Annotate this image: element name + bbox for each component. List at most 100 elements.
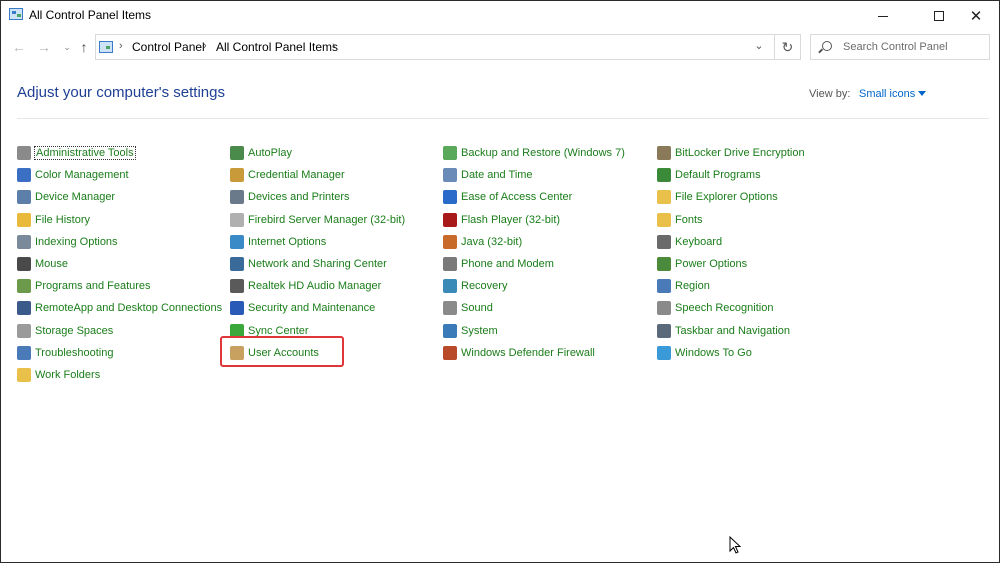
control-panel-item[interactable]: Sound — [443, 299, 493, 317]
control-panel-item[interactable]: Windows To Go — [657, 344, 752, 362]
control-panel-item[interactable]: Ease of Access Center — [443, 188, 572, 206]
control-panel-item[interactable]: Recovery — [443, 277, 507, 295]
control-panel-item-label[interactable]: Administrative Tools — [34, 146, 136, 160]
control-panel-item-label[interactable]: Firebird Server Manager (32-bit) — [248, 214, 405, 226]
minimize-button[interactable] — [860, 1, 906, 31]
address-dropdown-icon[interactable]: ⌄ — [751, 37, 767, 53]
control-panel-item-label[interactable]: Keyboard — [675, 236, 722, 248]
close-button[interactable]: ✕ — [953, 1, 999, 31]
control-panel-item-label[interactable]: System — [461, 325, 498, 337]
control-panel-item-label[interactable]: Indexing Options — [35, 236, 118, 248]
control-panel-item-label[interactable]: Phone and Modem — [461, 258, 554, 270]
control-panel-item-label[interactable]: Windows Defender Firewall — [461, 347, 595, 359]
control-panel-item[interactable]: Network and Sharing Center — [230, 255, 387, 273]
refresh-button[interactable]: ↻ — [775, 34, 801, 60]
control-panel-item-label[interactable]: File Explorer Options — [675, 191, 778, 203]
control-panel-item-label[interactable]: Date and Time — [461, 169, 533, 181]
control-panel-item-label[interactable]: Color Management — [35, 169, 129, 181]
recent-locations-icon[interactable]: ⌄ — [58, 38, 76, 56]
address-bar[interactable]: › Control Panel › All Control Panel Item… — [95, 34, 775, 60]
control-panel-item-label[interactable]: Credential Manager — [248, 169, 345, 181]
control-panel-item-label[interactable]: Work Folders — [35, 369, 100, 381]
control-panel-item-label[interactable]: Fonts — [675, 214, 703, 226]
control-panel-item[interactable]: RemoteApp and Desktop Connections — [17, 299, 222, 317]
search-box[interactable] — [810, 34, 990, 60]
control-panel-item[interactable]: Date and Time — [443, 166, 533, 184]
control-panel-item[interactable]: Storage Spaces — [17, 322, 113, 340]
keyboard-icon — [657, 235, 671, 249]
control-panel-item[interactable]: Realtek HD Audio Manager — [230, 277, 381, 295]
control-panel-item[interactable]: Flash Player (32-bit) — [443, 211, 560, 229]
control-panel-item-label[interactable]: Speech Recognition — [675, 302, 773, 314]
control-panel-item[interactable]: Color Management — [17, 166, 129, 184]
breadcrumb-separator-icon[interactable]: › — [332, 40, 336, 52]
control-panel-item[interactable]: Default Programs — [657, 166, 761, 184]
header-divider — [17, 118, 989, 119]
view-by-dropdown[interactable]: Small icons — [859, 88, 915, 100]
control-panel-item-label[interactable]: Power Options — [675, 258, 747, 270]
control-panel-item-label[interactable]: Internet Options — [248, 236, 326, 248]
control-panel-item[interactable]: Security and Maintenance — [230, 299, 375, 317]
control-panel-item-label[interactable]: BitLocker Drive Encryption — [675, 147, 805, 159]
breadcrumb-all-items[interactable]: All Control Panel Items — [216, 40, 338, 54]
control-panel-item[interactable]: File Explorer Options — [657, 188, 778, 206]
control-panel-item-label[interactable]: RemoteApp and Desktop Connections — [35, 302, 222, 314]
control-panel-item[interactable]: Mouse — [17, 255, 68, 273]
control-panel-item-label[interactable]: Network and Sharing Center — [248, 258, 387, 270]
breadcrumb-separator-icon[interactable]: › — [119, 40, 123, 52]
control-panel-item-label[interactable]: File History — [35, 214, 90, 226]
breadcrumb-control-panel[interactable]: Control Panel — [132, 40, 205, 54]
control-panel-item[interactable]: Phone and Modem — [443, 255, 554, 273]
control-panel-item-label[interactable]: Backup and Restore (Windows 7) — [461, 147, 625, 159]
control-panel-item-label[interactable]: Device Manager — [35, 191, 115, 203]
control-panel-item[interactable]: Region — [657, 277, 710, 295]
control-panel-item[interactable]: Devices and Printers — [230, 188, 350, 206]
control-panel-item[interactable]: AutoPlay — [230, 144, 292, 162]
control-panel-item[interactable]: System — [443, 322, 498, 340]
control-panel-item[interactable]: Windows Defender Firewall — [443, 344, 595, 362]
control-panel-item-label[interactable]: Mouse — [35, 258, 68, 270]
control-panel-item-label[interactable]: Default Programs — [675, 169, 761, 181]
breadcrumb-separator-icon[interactable]: › — [203, 40, 207, 52]
control-panel-item[interactable]: Device Manager — [17, 188, 115, 206]
control-panel-item[interactable]: Firebird Server Manager (32-bit) — [230, 211, 405, 229]
control-panel-item-label[interactable]: Programs and Features — [35, 280, 151, 292]
control-panel-item-label[interactable]: Recovery — [461, 280, 507, 292]
control-panel-item-label[interactable]: Taskbar and Navigation — [675, 325, 790, 337]
control-panel-item[interactable]: Backup and Restore (Windows 7) — [443, 144, 625, 162]
control-panel-item[interactable]: Java (32-bit) — [443, 233, 522, 251]
control-panel-item[interactable]: Credential Manager — [230, 166, 345, 184]
control-panel-item[interactable]: Work Folders — [17, 366, 100, 384]
control-panel-item-label[interactable]: Windows To Go — [675, 347, 752, 359]
control-panel-item[interactable]: Power Options — [657, 255, 747, 273]
search-input[interactable] — [843, 38, 983, 56]
control-panel-item[interactable]: Administrative Tools — [17, 144, 136, 162]
control-panel-item[interactable]: File History — [17, 211, 90, 229]
control-panel-item-label[interactable]: Security and Maintenance — [248, 302, 375, 314]
control-panel-item-label[interactable]: Realtek HD Audio Manager — [248, 280, 381, 292]
control-panel-item[interactable]: Fonts — [657, 211, 703, 229]
forward-arrow-icon[interactable]: → — [35, 38, 53, 56]
control-panel-item[interactable]: Speech Recognition — [657, 299, 773, 317]
control-panel-item[interactable]: BitLocker Drive Encryption — [657, 144, 805, 162]
control-panel-item-label[interactable]: Sound — [461, 302, 493, 314]
control-panel-item[interactable]: Taskbar and Navigation — [657, 322, 790, 340]
control-panel-item-label[interactable]: Region — [675, 280, 710, 292]
control-panel-item[interactable]: Internet Options — [230, 233, 326, 251]
control-panel-item-label[interactable]: Flash Player (32-bit) — [461, 214, 560, 226]
control-panel-icon — [9, 8, 23, 20]
up-arrow-icon[interactable]: ↑ — [75, 38, 93, 56]
control-panel-item-label[interactable]: Troubleshooting — [35, 347, 113, 359]
control-panel-item[interactable]: Programs and Features — [17, 277, 151, 295]
back-arrow-icon[interactable]: ← — [10, 38, 28, 56]
recovery-icon — [443, 279, 457, 293]
control-panel-item-label[interactable]: Storage Spaces — [35, 325, 113, 337]
control-panel-item[interactable]: Troubleshooting — [17, 344, 113, 362]
control-panel-item[interactable]: Indexing Options — [17, 233, 118, 251]
chevron-down-icon[interactable] — [918, 91, 926, 96]
control-panel-item[interactable]: Keyboard — [657, 233, 722, 251]
control-panel-item-label[interactable]: Ease of Access Center — [461, 191, 572, 203]
control-panel-item-label[interactable]: Devices and Printers — [248, 191, 350, 203]
control-panel-item-label[interactable]: AutoPlay — [248, 147, 292, 159]
control-panel-item-label[interactable]: Java (32-bit) — [461, 236, 522, 248]
